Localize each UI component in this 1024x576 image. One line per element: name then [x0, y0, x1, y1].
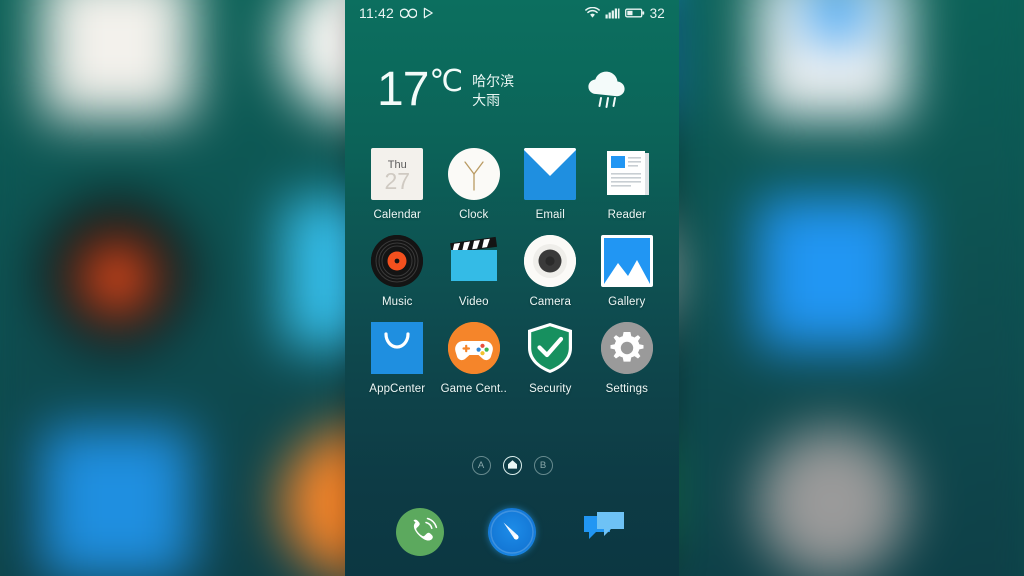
status-time: 11:42 [359, 5, 394, 21]
app-label: Settings [605, 383, 648, 395]
calendar-icon: Thu 27 [371, 148, 424, 200]
appcenter-icon [371, 322, 424, 374]
temperature-value: 17 [377, 63, 429, 116]
calendar-day-number: 27 [384, 167, 411, 194]
weather-location-block: 哈尔滨 大雨 [472, 69, 514, 111]
status-bar: 11:42 32 [345, 0, 679, 26]
browser-app[interactable] [488, 508, 536, 556]
settings-icon [600, 322, 653, 374]
app-settings[interactable]: Settings [589, 322, 666, 395]
app-camera[interactable]: Camera [512, 235, 589, 308]
weather-city: 哈尔滨 [472, 74, 515, 91]
page-indicator-home[interactable] [502, 456, 522, 475]
temperature-unit: ℃ [429, 65, 463, 98]
home-icon [507, 459, 518, 473]
clock-icon [447, 148, 500, 200]
app-label: Email [535, 209, 565, 221]
page-indicator: A B [345, 456, 679, 475]
play-icon [423, 7, 434, 19]
app-label: Calendar [373, 209, 421, 221]
page-indicator-a[interactable]: A [471, 456, 491, 475]
video-icon [448, 235, 500, 287]
camera-icon [524, 235, 577, 287]
email-icon [524, 148, 577, 200]
app-grid: Thu 27 Calendar Clock Email Reader Music… [345, 148, 679, 395]
app-clock[interactable]: Clock [436, 148, 513, 221]
security-icon [524, 322, 576, 374]
app-label: Clock [459, 209, 489, 221]
app-gallery[interactable]: Gallery [589, 235, 666, 308]
wifi-icon [584, 7, 600, 19]
phone-app[interactable] [396, 508, 444, 556]
app-label: AppCenter [369, 383, 426, 395]
app-label: Camera [529, 296, 571, 308]
app-label: Reader [607, 209, 646, 221]
battery-level: 32 [649, 5, 665, 21]
music-icon [371, 235, 424, 287]
app-label: Gallery [608, 296, 646, 308]
messages-app[interactable] [580, 508, 628, 556]
gallery-icon [600, 235, 653, 287]
app-security[interactable]: Security [512, 322, 589, 395]
infinity-icon [400, 7, 417, 20]
reader-icon [601, 148, 653, 200]
app-label: Music [381, 296, 413, 308]
weather-condition: 大雨 [472, 93, 501, 109]
phone-screen: 11:42 32 17 ℃ 哈尔滨 大雨 Thu 27 Calendar Clo… [345, 0, 679, 576]
app-gamecenter[interactable]: Game Cent.. [436, 322, 513, 395]
rain-cloud-icon [581, 62, 633, 119]
app-label: Game Cent.. [440, 383, 507, 395]
app-calendar[interactable]: Thu 27 Calendar [359, 148, 436, 221]
app-label: Video [458, 296, 489, 308]
page-indicator-b[interactable]: B [533, 456, 553, 475]
app-email[interactable]: Email [512, 148, 589, 221]
weather-widget[interactable]: 17 ℃ 哈尔滨 大雨 [345, 52, 679, 128]
signal-icon [605, 7, 620, 19]
weather-temperature: 17 ℃ [377, 63, 463, 116]
screenshot-stage: 11:42 32 17 ℃ 哈尔滨 大雨 Thu 27 Calendar Clo… [0, 0, 1024, 576]
app-video[interactable]: Video [436, 235, 513, 308]
gamecenter-icon [447, 322, 500, 374]
compass-icon [490, 510, 534, 554]
app-music[interactable]: Music [359, 235, 436, 308]
battery-icon [624, 7, 645, 19]
app-reader[interactable]: Reader [589, 148, 666, 221]
phone-icon [413, 517, 438, 541]
app-appcenter[interactable]: AppCenter [359, 322, 436, 395]
messages-icon [584, 512, 624, 539]
app-label: Security [529, 383, 572, 395]
dock [345, 496, 679, 568]
